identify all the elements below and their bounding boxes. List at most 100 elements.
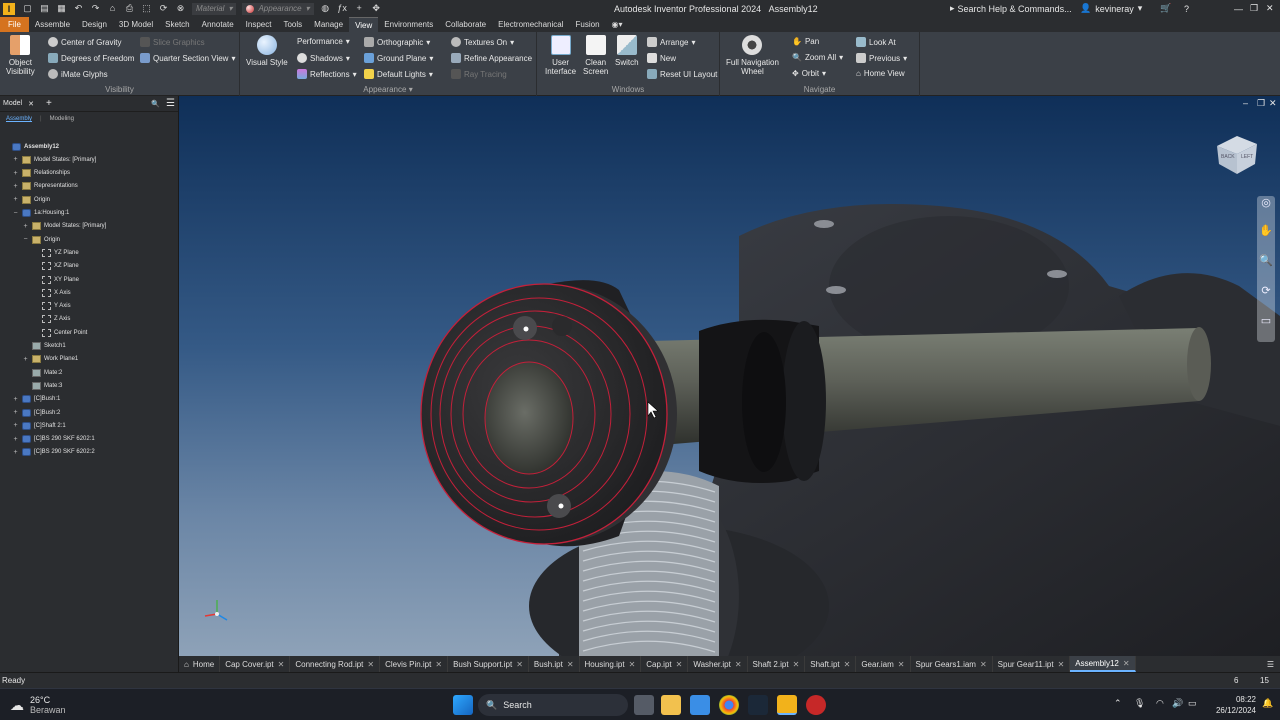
tree-item[interactable]: Sketch1 — [22, 340, 66, 353]
degrees-of-freedom-button[interactable]: Degrees of Freedom — [48, 53, 134, 63]
previous-view-button[interactable]: Previous ▾ — [856, 53, 907, 63]
inventor-taskbar-icon[interactable] — [777, 695, 797, 715]
close-icon[interactable]: ✕ — [1266, 3, 1274, 14]
tab-inspect[interactable]: Inspect — [240, 17, 278, 32]
pan-hand-icon[interactable]: ✋ — [1257, 214, 1275, 244]
tab-tools[interactable]: Tools — [277, 17, 308, 32]
tree-item[interactable]: XZ Plane — [32, 260, 79, 273]
shadows-button[interactable]: Shadows ▾ — [297, 53, 350, 63]
help-search[interactable]: ▸ Search Help & Commands... — [950, 3, 1072, 14]
arrange-button[interactable]: Arrange ▾ — [647, 37, 695, 47]
new-icon[interactable]: ▢ — [22, 3, 33, 14]
graphics-viewport[interactable]: BACK LEFT – ❐ ✕ ◎ ✋ 🔍 ⟳ ▭ — [179, 96, 1280, 656]
material-combo[interactable]: Material ▾ — [192, 2, 237, 15]
tree-item[interactable]: + Relationships — [12, 167, 70, 180]
subtab-assembly[interactable]: Assembly — [6, 116, 32, 122]
orbit-icon[interactable]: ⟳ — [1257, 274, 1275, 304]
reflections-button[interactable]: Reflections ▾ — [297, 69, 357, 79]
expand-icon[interactable]: + — [12, 422, 19, 429]
center-of-gravity-button[interactable]: Center of Gravity — [48, 37, 121, 47]
tab-design[interactable]: Design — [76, 17, 113, 32]
doc-tab[interactable]: Gear.iam ✕ — [856, 656, 911, 672]
subtab-modeling[interactable]: Modeling — [50, 116, 74, 122]
default-lights-button[interactable]: Default Lights ▾ — [364, 69, 433, 79]
doc-tabs-menu-icon[interactable]: ☰ — [1267, 660, 1274, 669]
microphone-icon[interactable]: 🎙 — [1134, 698, 1145, 709]
ribbon-options-icon[interactable]: ◉▾ — [606, 17, 629, 32]
close-icon[interactable]: ✕ — [28, 100, 34, 108]
tree-item[interactable]: Mate:2 — [22, 366, 62, 379]
viewcube[interactable]: BACK LEFT — [1213, 132, 1261, 176]
tab-view[interactable]: View — [349, 17, 379, 32]
minimize-icon[interactable]: — — [1234, 4, 1243, 14]
doc-tab[interactable]: Washer.ipt ✕ — [688, 656, 748, 672]
chevron-up-icon[interactable]: ⌃ — [1114, 698, 1122, 709]
new-window-button[interactable]: New — [647, 53, 676, 63]
tree-item[interactable]: + Work Plane1 — [22, 353, 78, 366]
tree-item[interactable]: + Representations — [12, 180, 78, 193]
full-navigation-wheel-button[interactable]: Full Navigation Wheel — [726, 35, 779, 76]
volume-icon[interactable]: 🔊 — [1172, 698, 1183, 709]
tab-manage[interactable]: Manage — [308, 17, 349, 32]
look-at-icon[interactable]: ▭ — [1257, 304, 1275, 334]
refine-appearance-button[interactable]: Refine Appearance — [451, 53, 532, 63]
doc-tab[interactable]: Cap Cover.ipt ✕ — [220, 656, 291, 672]
expand-icon[interactable]: + — [12, 409, 19, 416]
restore-icon[interactable]: ❐ — [1250, 3, 1258, 14]
arrows-icon[interactable]: ✥ — [371, 3, 382, 14]
expand-icon[interactable]: + — [22, 356, 29, 363]
tree-item[interactable]: + Origin — [12, 193, 50, 206]
close-tab-icon[interactable]: ✕ — [435, 660, 442, 669]
color-wheel-icon[interactable]: ◍ — [320, 3, 331, 14]
close-tab-icon[interactable]: ✕ — [278, 660, 285, 669]
look-at-button[interactable]: Look At — [856, 37, 896, 47]
tab-annotate[interactable]: Annotate — [196, 17, 240, 32]
tab-fusion[interactable]: Fusion — [570, 17, 606, 32]
expand-icon[interactable]: + — [12, 170, 19, 177]
pan-button[interactable]: ✋ Pan — [792, 37, 819, 46]
select-icon[interactable]: ⬚ — [141, 3, 152, 14]
redo-icon[interactable]: ↷ — [90, 3, 101, 14]
home-icon[interactable]: ⌂ — [107, 3, 118, 14]
tab-3d-model[interactable]: 3D Model — [113, 17, 159, 32]
close-tab-icon[interactable]: ✕ — [898, 660, 905, 669]
close-tab-icon[interactable]: ✕ — [735, 660, 742, 669]
plus-icon[interactable]: + — [354, 3, 365, 14]
expand-icon[interactable]: + — [22, 223, 29, 230]
save-icon[interactable]: ▦ — [56, 3, 67, 14]
tree-item[interactable]: + [C]BS 290 SKF 6202:2 — [12, 446, 95, 459]
doc-tab[interactable]: Spur Gears1.iam ✕ — [911, 656, 993, 672]
orbit-button[interactable]: ✥ Orbit ▾ — [792, 69, 826, 78]
close-doc-icon[interactable]: ⊗ — [175, 3, 186, 14]
ray-tracing-button[interactable]: Ray Tracing — [451, 69, 507, 79]
ground-plane-button[interactable]: Ground Plane ▾ — [364, 53, 433, 63]
tab-environments[interactable]: Environments — [378, 17, 439, 32]
tab-assemble[interactable]: Assemble — [29, 17, 76, 32]
orthographic-button[interactable]: Orthographic ▾ — [364, 37, 430, 47]
tree-item[interactable]: Mate:3 — [22, 379, 62, 392]
expand-icon[interactable]: + — [12, 196, 19, 203]
help-icon[interactable]: ? — [1184, 4, 1189, 14]
windows-start-icon[interactable] — [453, 695, 473, 715]
reset-ui-layout-button[interactable]: Reset UI Layout — [647, 69, 717, 79]
tab-collaborate[interactable]: Collaborate — [439, 17, 492, 32]
tree-item[interactable]: + [C]Bush:1 — [12, 393, 60, 406]
bush-part[interactable] — [699, 319, 826, 484]
close-tab-icon[interactable]: ✕ — [1123, 659, 1130, 668]
doc-tab[interactable]: Bush.ipt ✕ — [529, 656, 580, 672]
clock[interactable]: 08:22 26/12/2024 — [1204, 694, 1256, 716]
slice-graphics-button[interactable]: Slice Graphics — [140, 37, 205, 47]
steam-icon[interactable] — [748, 695, 768, 715]
textures-on-button[interactable]: Textures On ▾ — [451, 37, 514, 47]
battery-icon[interactable]: ▭ — [1188, 698, 1197, 709]
wifi-icon[interactable]: ◠ — [1156, 698, 1164, 709]
tree-item[interactable]: X Axis — [32, 286, 71, 299]
doc-tab[interactable]: Spur Gear11.ipt ✕ — [993, 656, 1071, 672]
tree-item[interactable]: + [C]Shaft 2:1 — [12, 419, 66, 432]
browser-tab-model[interactable]: Model — [3, 100, 22, 107]
zoom-all-button[interactable]: 🔍 Zoom All ▾ — [792, 53, 843, 62]
nav-wheel-icon[interactable]: ◎ — [1257, 196, 1275, 214]
chrome-icon[interactable] — [719, 695, 739, 715]
open-icon[interactable]: ▤ — [39, 3, 50, 14]
tree-item[interactable]: YZ Plane — [32, 246, 79, 259]
